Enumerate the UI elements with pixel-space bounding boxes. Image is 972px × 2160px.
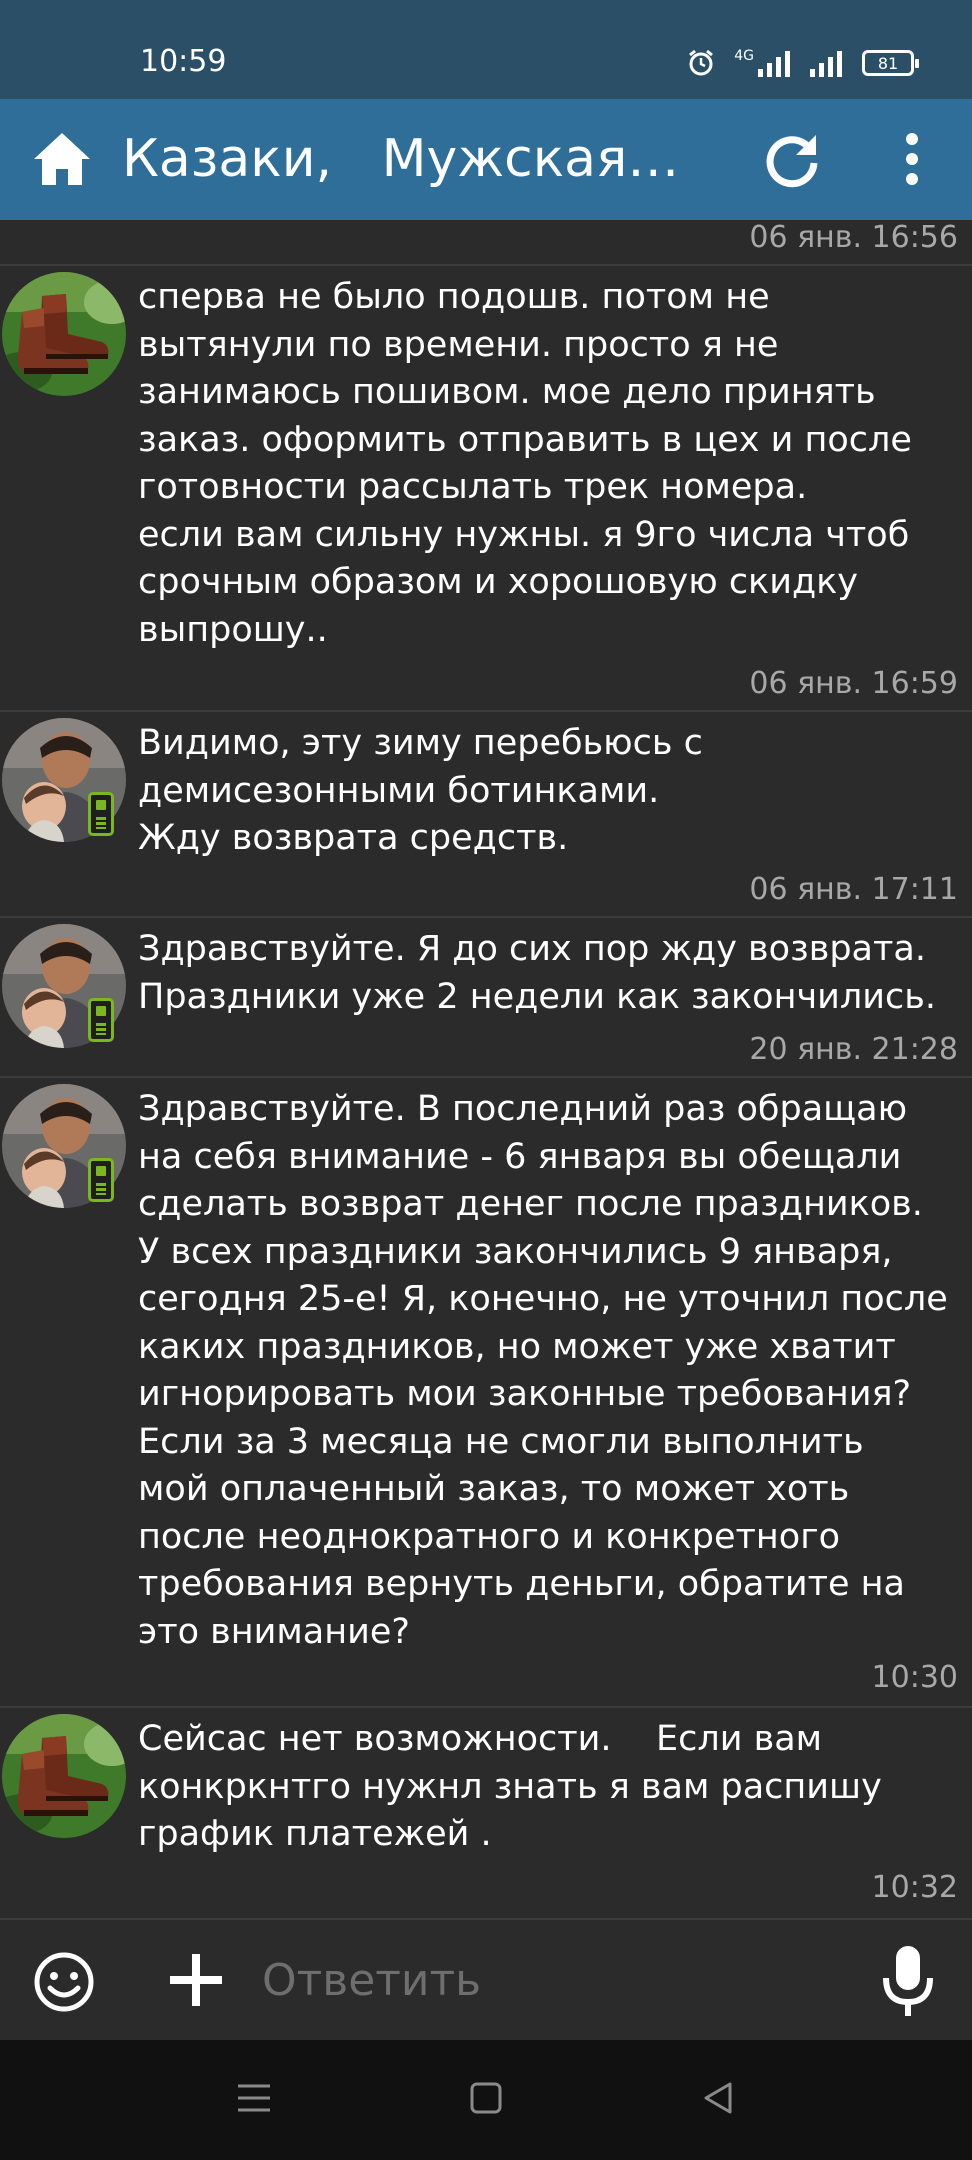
message-list[interactable]: 06 янв. 16:56 сперва не было подошв. пот…: [0, 220, 972, 1918]
more-vert-icon[interactable]: [880, 127, 944, 191]
boots-avatar[interactable]: [2, 272, 126, 396]
app-bar: Казаки, Мужская о...: [0, 99, 972, 220]
refresh-icon[interactable]: [760, 127, 824, 191]
message-time: 20 янв. 21:28: [749, 1032, 958, 1067]
message-text: Здравствуйте. В последний раз обращаю на…: [138, 1089, 948, 1652]
cell-signal-icon-2: [810, 51, 842, 77]
boots-avatar[interactable]: [2, 1714, 126, 1838]
status-time: 10:59: [140, 44, 227, 79]
message-item[interactable]: сперва не было подошв. потом не вытянули…: [0, 264, 972, 712]
status-bar: 10:59 4G 81: [0, 0, 972, 99]
message-time: 10:30: [871, 1660, 958, 1695]
message-text: Здравствуйте. Я до сих пор жду возврата.…: [138, 929, 937, 1017]
message-time: 06 янв. 16:56: [749, 220, 958, 255]
mobile-device-icon: [88, 1158, 114, 1202]
network-type-label: 4G: [734, 48, 754, 64]
message-time: 10:32: [871, 1870, 958, 1905]
mobile-device-icon: [88, 792, 114, 836]
cell-signal-icon-1: [758, 51, 790, 77]
message-time: 06 янв. 16:59: [749, 666, 958, 701]
message-time: 06 янв. 17:11: [749, 872, 958, 907]
menu-nav-icon[interactable]: [234, 2078, 274, 2118]
status-icons: 4G 81: [686, 48, 919, 78]
smile-icon[interactable]: [32, 1950, 96, 2014]
alarm-icon: [689, 49, 714, 76]
message-item[interactable]: Здравствуйте. В последний раз обращаю на…: [0, 1076, 972, 1706]
message-text: Видимо, эту зиму перебьюсь с демисезонны…: [138, 723, 703, 858]
reply-input[interactable]: [262, 1942, 822, 2018]
message-item[interactable]: Сейсас нет возможности. Если вам конкркн…: [0, 1706, 972, 1918]
message-item[interactable]: Видимо, эту зиму перебьюсь с демисезонны…: [0, 710, 972, 916]
mobile-device-icon: [88, 998, 114, 1042]
system-nav-bar: [0, 2040, 972, 2160]
home-nav-icon[interactable]: [466, 2078, 506, 2118]
plus-icon[interactable]: [166, 1950, 226, 2010]
battery-level: 81: [877, 53, 899, 73]
message-item[interactable]: Здравствуйте. Я до сих пор жду возврата.…: [0, 916, 972, 1076]
message-text: сперва не было подошв. потом не вытянули…: [138, 277, 912, 650]
message-text: Сейсас нет возможности. Если вам конкркн…: [138, 1719, 882, 1854]
battery-icon: 81: [862, 50, 919, 76]
conversation-title: Казаки, Мужская о...: [122, 129, 682, 189]
home-icon[interactable]: [30, 127, 94, 191]
mic-icon[interactable]: [876, 1944, 940, 2020]
reply-bar: [0, 1918, 972, 2040]
back-nav-icon[interactable]: [698, 2078, 738, 2118]
